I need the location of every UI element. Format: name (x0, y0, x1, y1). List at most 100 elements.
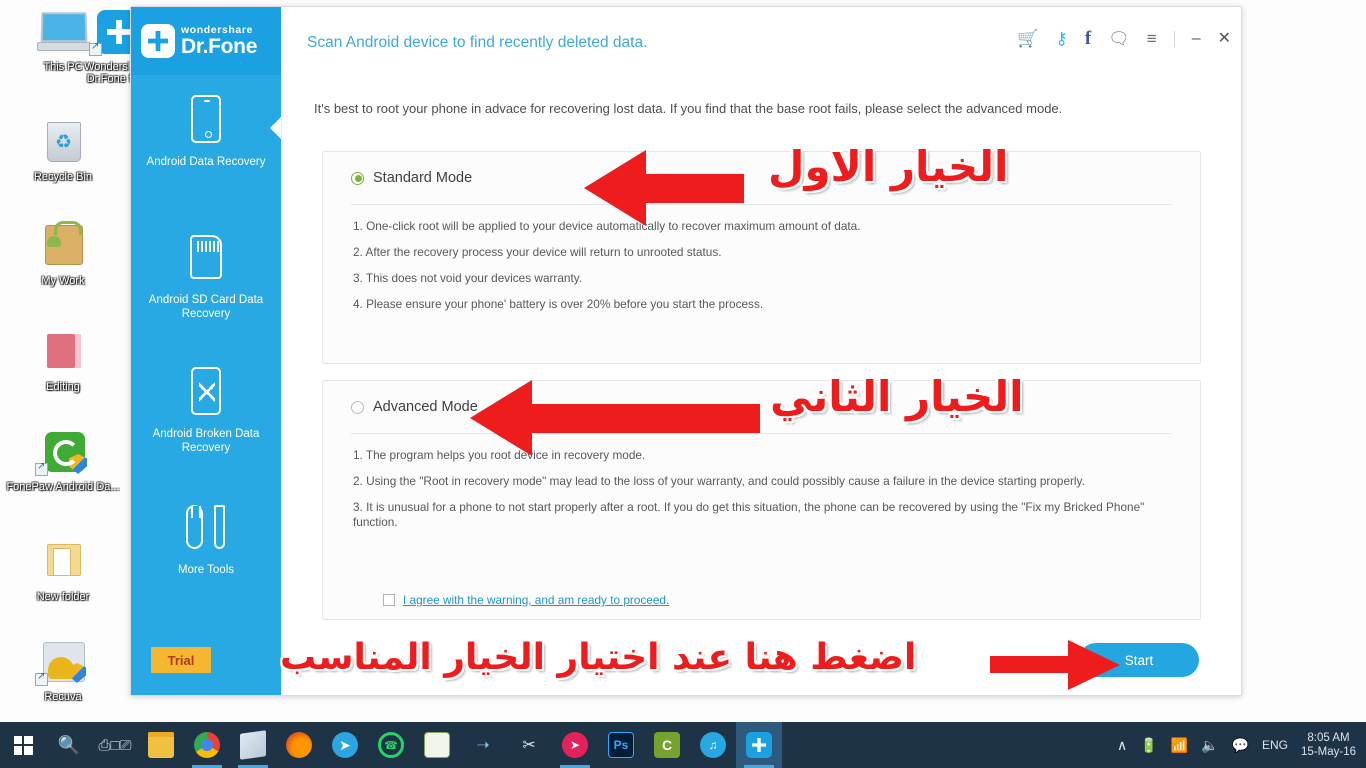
task-view-icon: ⎙□⎚ (98, 736, 132, 754)
advanced-mode-bullets: 1. The program helps you root device in … (323, 434, 1200, 530)
brand-drfone: Dr.Fone (181, 35, 258, 59)
agree-checkbox[interactable] (383, 594, 395, 606)
chrome-icon (194, 732, 220, 758)
advanced-mode-header[interactable]: Advanced Mode (323, 381, 1200, 433)
chrome-button[interactable] (184, 722, 230, 768)
titlebar-separator (1173, 30, 1175, 47)
desktop-icon-new-folder[interactable]: New folder (4, 538, 122, 603)
recycle-bin-icon (35, 118, 91, 168)
desktop-icon-fonepaw[interactable]: FonePaw Android Da... (4, 428, 122, 493)
desktop-icon-label: Recycle Bin (33, 171, 93, 183)
window-titlebar: wondershare Dr.Fone Scan Android device … (131, 7, 1241, 75)
desktop-icon-recuva[interactable]: Recuva (4, 638, 122, 703)
standard-mode-card: Standard Mode 1. One-click root will be … (322, 151, 1201, 364)
camtasia-button[interactable]: C (644, 722, 690, 768)
yellow-folder-icon (35, 538, 91, 588)
action-center-icon[interactable]: 💬 (1232, 737, 1249, 754)
window-title-message: Scan Android device to find recently del… (307, 34, 648, 51)
start-button[interactable]: Start (1079, 643, 1199, 677)
agree-link[interactable]: I agree with the warning, and am ready t… (403, 593, 669, 607)
recorder-button[interactable]: ➤ (552, 722, 598, 768)
windows-logo-icon (13, 735, 33, 755)
firefox-icon (286, 732, 312, 758)
folder-icon (148, 732, 174, 758)
cart-icon[interactable]: 🛒 (1017, 30, 1038, 47)
notepad-button[interactable] (414, 722, 460, 768)
advanced-mode-card: Advanced Mode 1. The program helps you r… (322, 380, 1201, 620)
desktop-icon-label: Recuva (44, 691, 82, 703)
standard-mode-bullets: 1. One-click root will be applied to you… (323, 205, 1200, 312)
telegram-button[interactable]: ➤ (322, 722, 368, 768)
desktop-screen: This PC Wondershare Dr.Fone fo... Recycl… (0, 0, 1366, 768)
active-tab-caret-icon (270, 117, 281, 139)
android-bag-folder-icon (35, 221, 91, 272)
search-icon: 🔍 (57, 734, 81, 755)
camtasia-icon: C (654, 732, 680, 758)
drfone-window: wondershare Dr.Fone Scan Android device … (130, 6, 1242, 696)
start-button-taskbar[interactable] (0, 722, 46, 768)
photoshop-icon: Ps (608, 732, 634, 758)
file-explorer-button[interactable] (138, 722, 184, 768)
wondershare-filmora-button[interactable]: ♫ (690, 722, 736, 768)
minimize-icon[interactable]: – (1192, 30, 1201, 47)
task-view-button[interactable]: ⎙□⎚ (92, 722, 138, 768)
desktop-icon-my-work[interactable]: My Work (4, 221, 122, 287)
volume-icon[interactable]: 🔈 (1201, 737, 1218, 754)
store-button[interactable] (230, 722, 276, 768)
sidebar-item-label: Android Data Recovery (146, 156, 266, 168)
sidebar: Android Data Recovery Android SD Card Da… (131, 75, 281, 695)
scissors-icon: ✂ (522, 737, 536, 754)
chevron-up-icon[interactable]: ∧ (1117, 737, 1127, 754)
close-icon[interactable]: ✕ (1218, 30, 1231, 47)
sidebar-item-more-tools[interactable]: More Tools (131, 483, 281, 577)
key-icon[interactable]: ⚷ (1055, 30, 1067, 47)
facebook-icon[interactable]: f (1085, 29, 1091, 48)
agree-row: I agree with the warning, and am ready t… (383, 593, 669, 607)
notepad-icon (424, 732, 450, 758)
photoshop-button[interactable]: Ps (598, 722, 644, 768)
bullet-item: 2. Using the "Root in recovery mode" may… (353, 474, 1085, 488)
brand-wondershare: wondershare (181, 23, 253, 36)
desktop-icon-area: This PC Wondershare Dr.Fone fo... Recycl… (0, 0, 150, 722)
desktop-icon-editing[interactable]: Editing (4, 328, 122, 393)
app-logo: wondershare Dr.Fone (131, 7, 281, 75)
taskbar: 🔍 ⎙□⎚ ➤ ☎ ➝ ✂ ➤ Ps C ♫ ∧ 🔋 📶 🔈 💬 ENG 8:0… (0, 722, 1366, 768)
whatsapp-icon: ☎ (378, 732, 404, 758)
bullet-item: 2. After the recovery process your devic… (353, 245, 722, 259)
recorder-icon: ➤ (562, 732, 588, 758)
standard-mode-header[interactable]: Standard Mode (323, 152, 1200, 204)
snipping-tool-button[interactable]: ✂ (506, 722, 552, 768)
sidebar-item-android-data-recovery[interactable]: Android Data Recovery (131, 75, 281, 169)
battery-icon[interactable]: 🔋 (1140, 737, 1157, 754)
wifi-icon[interactable]: 📶 (1171, 737, 1188, 754)
drfone-button[interactable] (736, 722, 782, 768)
chat-icon[interactable]: 🗨 (1108, 30, 1130, 47)
idm-button[interactable]: ➝ (460, 722, 506, 768)
firefox-button[interactable] (276, 722, 322, 768)
sidebar-item-label: Android SD Card Data Recovery (148, 294, 264, 320)
broken-phone-icon (131, 361, 281, 421)
trial-button[interactable]: Trial (151, 647, 211, 673)
sidebar-item-android-broken-data-recovery[interactable]: Android Broken Data Recovery (131, 347, 281, 455)
tools-icon (131, 497, 281, 557)
idm-icon: ➝ (470, 732, 496, 758)
clock[interactable]: 8:05 AM 15-May-16 (1301, 731, 1356, 759)
bullet-item: 3. It is unusual for a phone to not star… (353, 500, 1145, 529)
desktop-icon-label: Editing (46, 381, 80, 393)
clock-time: 8:05 AM (1307, 732, 1350, 744)
desktop-icon-label: My Work (41, 275, 85, 287)
whatsapp-button[interactable]: ☎ (368, 722, 414, 768)
phone-icon (131, 89, 281, 149)
menu-icon[interactable]: ≡ (1147, 30, 1157, 47)
advanced-mode-radio[interactable] (351, 400, 364, 414)
pink-folder-icon (35, 328, 91, 378)
desktop-icon-recycle-bin[interactable]: Recycle Bin (4, 118, 122, 183)
sidebar-item-label: Android Broken Data Recovery (152, 428, 260, 454)
recuva-icon (35, 638, 91, 688)
search-button[interactable]: 🔍 (46, 722, 92, 768)
sidebar-item-android-sd-card-data-recovery[interactable]: Android SD Card Data Recovery (131, 213, 281, 321)
bullet-item: 1. One-click root will be applied to you… (353, 219, 861, 233)
advanced-mode-label: Advanced Mode (373, 399, 478, 415)
standard-mode-radio[interactable] (351, 171, 364, 185)
language-indicator[interactable]: ENG (1262, 738, 1288, 752)
